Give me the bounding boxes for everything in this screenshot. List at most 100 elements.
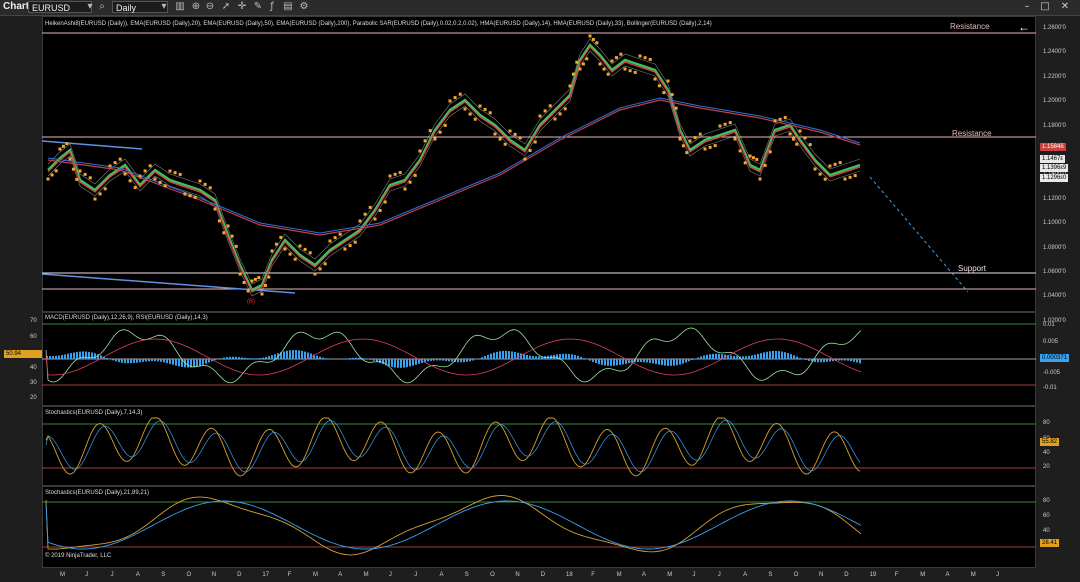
copyright: © 2019 NinjaTrader, LLC: [45, 553, 112, 559]
macd-bar: [199, 359, 201, 366]
time-axis-label: S: [464, 572, 469, 578]
macd-bar: [613, 359, 615, 366]
sar-dot: [523, 157, 527, 161]
time-axis-label: F: [591, 572, 595, 578]
sar-dot: [303, 247, 307, 251]
macd-bar: [295, 350, 297, 359]
macd-bar: [265, 356, 267, 359]
sar-dot: [458, 92, 462, 96]
sar-dot: [623, 67, 627, 71]
macd-bar: [286, 350, 288, 359]
sar-dot: [279, 235, 283, 239]
sar-dot: [230, 234, 234, 238]
macd-bar: [754, 354, 756, 359]
sar-dot: [108, 164, 112, 168]
macd-bar: [244, 357, 246, 359]
macd-bar: [538, 356, 540, 359]
macd-bar: [193, 359, 195, 368]
sar-dot: [153, 177, 157, 181]
macd-bar: [667, 359, 669, 366]
price-flag: 1.1396ε9: [1040, 164, 1069, 172]
macd-bar: [829, 359, 831, 362]
macd-value-flag: 0.000371: [1040, 354, 1070, 362]
macd-bar: [604, 359, 606, 366]
macd-bar: [661, 359, 663, 366]
time-axis-label: J: [692, 572, 696, 578]
macd-bar: [304, 351, 306, 359]
bollinger-lower: [47, 50, 861, 297]
macd-bar: [238, 357, 240, 359]
sar-dot: [133, 186, 137, 190]
macd-bar: [220, 358, 222, 359]
sar-dot: [143, 169, 147, 173]
time-axis-label: N: [211, 572, 217, 578]
macd-bar: [271, 355, 273, 359]
rsi-tick: 20: [30, 395, 37, 401]
sar-dot: [193, 195, 197, 199]
time-axis-label: A: [743, 572, 748, 578]
sar-dot: [743, 161, 747, 165]
macd-bar: [223, 357, 225, 359]
macd-bar: [460, 359, 462, 363]
macd-bar: [703, 355, 705, 359]
sar-dot: [468, 112, 472, 116]
macd-bar: [262, 357, 264, 359]
macd-bar: [841, 359, 843, 361]
macd-bar: [403, 359, 405, 368]
sar-dot: [328, 239, 332, 243]
macd-bar: [424, 359, 426, 363]
time-axis-label: N: [819, 572, 824, 578]
macd-bar: [448, 359, 450, 362]
macd-bar: [778, 351, 780, 359]
macd-bar: [592, 359, 594, 362]
macd-bar: [772, 350, 774, 359]
sar-dot: [163, 184, 167, 188]
macd-bar: [745, 356, 747, 359]
macd-bar: [820, 359, 822, 363]
macd-bar: [49, 356, 51, 359]
sar-dot: [208, 186, 212, 190]
sar-dot: [71, 167, 75, 171]
rsi-tick: 30: [30, 380, 37, 386]
sar-dot: [234, 244, 238, 248]
sar-dot: [833, 162, 837, 166]
macd-bar: [646, 359, 648, 363]
arrow-left-icon[interactable]: ←: [1018, 20, 1030, 34]
sar-dot: [383, 200, 387, 204]
sar-dot: [203, 182, 207, 186]
sar-dot: [318, 267, 322, 271]
macd-bar: [166, 359, 168, 364]
macd-bar: [457, 359, 459, 363]
macd-bar: [274, 354, 276, 359]
sar-dot: [533, 140, 537, 144]
macd-bar: [808, 359, 810, 361]
sar-dot: [763, 163, 767, 167]
macd-bar: [349, 358, 351, 359]
sar-dot: [148, 164, 152, 168]
time-axis-label: D: [844, 572, 849, 578]
sar-dot: [398, 171, 402, 175]
macd-bar: [742, 356, 744, 359]
sar-dot: [538, 114, 542, 118]
sar-dot: [606, 72, 610, 76]
macd-bar: [706, 354, 708, 359]
macd-bar: [670, 359, 672, 366]
macd-bar: [655, 359, 657, 365]
sar-dot: [503, 142, 507, 146]
macd-bar: [850, 359, 852, 362]
sar-dot: [748, 154, 752, 158]
sar-dot: [260, 292, 264, 296]
rsi-line: [45, 327, 862, 384]
sar-dot: [602, 67, 606, 71]
macd-bar: [616, 359, 618, 366]
macd-bar: [766, 351, 768, 359]
macd-bar: [412, 359, 414, 366]
macd-bar: [577, 355, 579, 359]
macd-bar: [409, 359, 411, 367]
sar-dot: [128, 179, 132, 183]
sar-dot: [213, 207, 217, 211]
macd-bar: [442, 359, 444, 361]
sar-dot: [703, 147, 707, 151]
sar-dot: [498, 137, 502, 141]
macd-bar: [268, 356, 270, 359]
